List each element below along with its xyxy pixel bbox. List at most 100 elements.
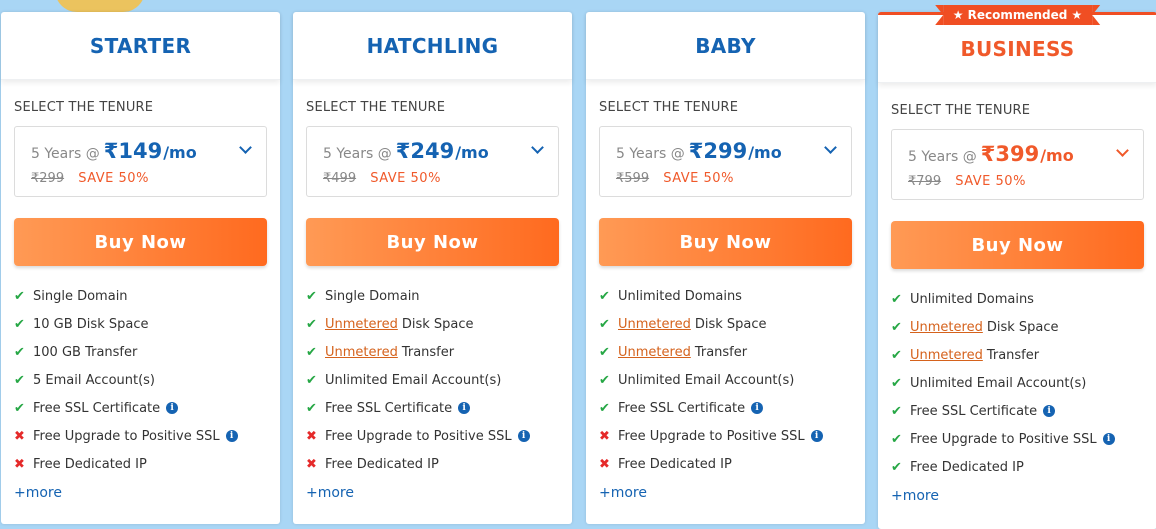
feature-item: ✔ Free Dedicated IP [891,453,1156,481]
original-price: ₹499 [323,171,357,186]
feature-item: ✔ Unlimited Email Account(s) [599,366,865,394]
feature-item: ✔ Single Domain [306,282,572,310]
chevron-down-icon[interactable] [824,141,837,154]
check-icon: ✔ [891,375,902,391]
info-icon[interactable]: i [810,430,823,442]
check-icon: ✔ [306,288,317,304]
feature-text: Disk Space [986,319,1059,335]
feature-item: ✔ 100 GB Transfer [14,338,280,366]
check-icon: ✔ [599,288,610,304]
feature-item: ✔ Unmetered Disk Space [306,310,572,338]
discount-label: SAVE 50% [370,171,441,186]
plan-name: BABY [695,33,756,58]
more-features-link[interactable]: +more [306,485,354,501]
info-icon[interactable]: i [1043,405,1056,417]
plan-name: BUSINESS [960,36,1075,61]
info-icon[interactable]: i [458,402,471,414]
check-icon: ✔ [891,319,902,335]
buy-now-button[interactable]: Buy Now [599,218,852,266]
feature-item: ✔ 10 GB Disk Space [14,310,280,338]
plan-card-business: ★ Recommended ★ BUSINESS SELECT THE TENU… [878,5,1156,529]
feature-tooltip-link[interactable]: Unmetered [618,317,691,332]
feature-item: ✖ Free Upgrade to Positive SSL i [599,422,865,450]
feature-text: Free Upgrade to Positive SSL [33,428,220,444]
more-features-link[interactable]: +more [599,485,647,501]
plan-card-hatchling: HATCHLING SELECT THE TENURE 5 Years @ ₹2… [293,12,572,524]
tenure-years: 5 Years @ [31,146,100,162]
feature-text: 10 GB Disk Space [33,316,149,332]
feature-text: Disk Space [694,316,767,332]
tenure-select[interactable]: 5 Years @ ₹399 /mo ₹799 SAVE 50% [891,129,1144,200]
check-icon: ✔ [891,291,902,307]
check-icon: ✔ [306,316,317,332]
tenure-select[interactable]: 5 Years @ ₹249 /mo ₹499 SAVE 50% [306,126,559,197]
feature-item: ✔ Unlimited Email Account(s) [306,366,572,394]
feature-text: Free Upgrade to Positive SSL [910,431,1097,447]
feature-tooltip-link[interactable]: Unmetered [325,345,398,360]
feature-text: Free Dedicated IP [910,459,1024,475]
buy-now-button[interactable]: Buy Now [14,218,267,266]
tenure-select[interactable]: 5 Years @ ₹149 /mo ₹299 SAVE 50% [14,126,267,197]
more-features-link[interactable]: +more [891,488,939,504]
discount-label: SAVE 50% [78,171,149,186]
price-period: /mo [455,143,489,162]
check-icon: ✔ [599,400,610,416]
plan-card-starter: STARTER SELECT THE TENURE 5 Years @ ₹149… [1,12,280,524]
chevron-down-icon[interactable] [239,141,252,154]
info-icon[interactable]: i [1102,433,1115,445]
feature-item: ✖ Free Dedicated IP [306,450,572,478]
feature-item: ✔ Unmetered Transfer [599,338,865,366]
info-icon[interactable]: i [517,430,530,442]
feature-tooltip-link[interactable]: Unmetered [910,348,983,363]
chevron-down-icon[interactable] [531,141,544,154]
buy-now-button[interactable]: Buy Now [306,218,559,266]
feature-item: ✖ Free Upgrade to Positive SSL i [306,422,572,450]
feature-text: Free Dedicated IP [33,456,147,472]
feature-list: ✔ Unlimited Domains ✔ Unmetered Disk Space ✔ U… [586,282,865,478]
plan-card-baby: BABY SELECT THE TENURE 5 Years @ ₹299 /m… [586,12,865,524]
cross-icon: ✖ [306,428,317,444]
check-icon: ✔ [14,344,25,360]
feature-tooltip-link[interactable]: Unmetered [910,320,983,335]
plan-name: HATCHLING [366,33,499,58]
original-price: ₹799 [908,174,942,189]
check-icon: ✔ [306,372,317,388]
feature-text: Free SSL Certificate [325,400,453,416]
info-icon[interactable]: i [225,430,238,442]
plan-name: STARTER [89,33,192,58]
feature-item: ✔ Unlimited Domains [891,285,1156,313]
monthly-price: ₹149 [103,139,163,163]
feature-tooltip-link[interactable]: Unmetered [325,317,398,332]
plan-header: HATCHLING [293,12,572,80]
buy-now-button[interactable]: Buy Now [891,221,1144,269]
more-features-link[interactable]: +more [14,485,62,501]
feature-text: Transfer [401,344,455,360]
tenure-select[interactable]: 5 Years @ ₹299 /mo ₹599 SAVE 50% [599,126,852,197]
background-decoration [55,0,145,12]
info-icon[interactable]: i [751,402,764,414]
feature-item: ✔ Unmetered Disk Space [599,310,865,338]
feature-text: Single Domain [33,288,128,304]
check-icon: ✔ [599,344,610,360]
feature-item: ✔ Free SSL Certificate i [599,394,865,422]
discount-label: SAVE 50% [663,171,734,186]
feature-text: Free SSL Certificate [910,403,1038,419]
feature-text: Free Upgrade to Positive SSL [618,428,805,444]
feature-item: ✖ Free Upgrade to Positive SSL i [14,422,280,450]
feature-item: ✔ Free Upgrade to Positive SSL i [891,425,1156,453]
feature-text: Free Dedicated IP [618,456,732,472]
cross-icon: ✖ [14,456,25,472]
chevron-down-icon[interactable] [1116,144,1129,157]
plan-header: STARTER [1,12,280,80]
feature-text: Unlimited Domains [910,291,1034,307]
cross-icon: ✖ [599,428,610,444]
info-icon[interactable]: i [166,402,179,414]
feature-list: ✔ Single Domain ✔ Unmetered Disk Space ✔ Unmet… [293,282,572,478]
price-period: /mo [1040,146,1074,165]
original-price: ₹299 [31,171,65,186]
check-icon: ✔ [891,431,902,447]
feature-text: Transfer [986,347,1040,363]
feature-item: ✔ 5 Email Account(s) [14,366,280,394]
feature-item: ✔ Unmetered Disk Space [891,313,1156,341]
feature-tooltip-link[interactable]: Unmetered [618,345,691,360]
